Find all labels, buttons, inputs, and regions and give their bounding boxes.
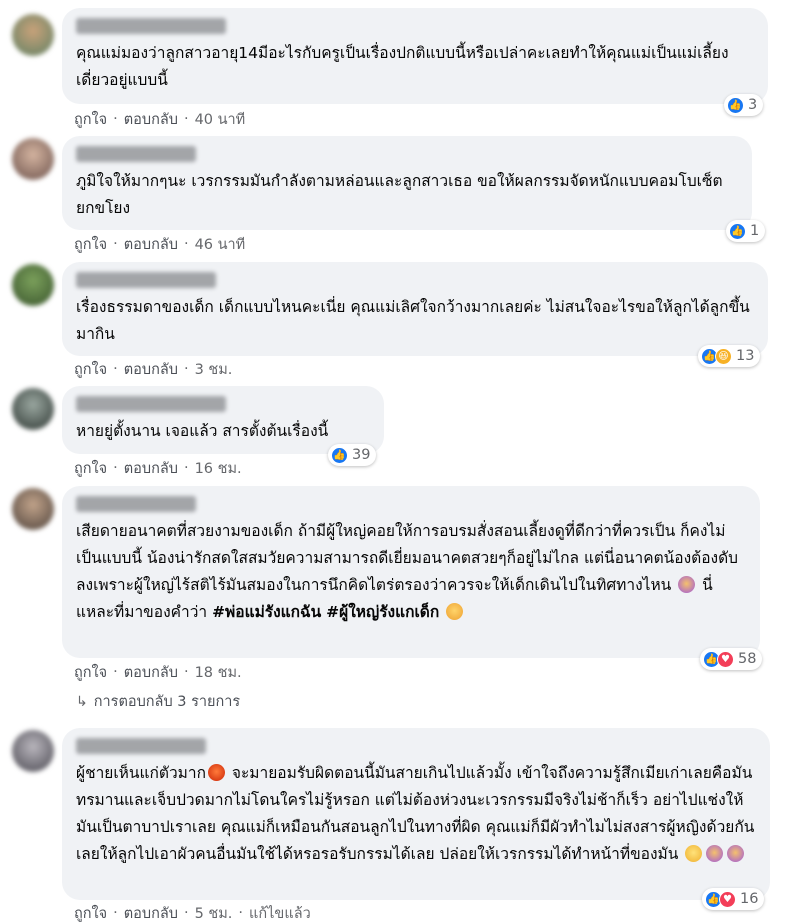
pensive-face-emoji-icon	[446, 603, 464, 620]
reply-link[interactable]: ตอบกลับ	[124, 457, 178, 480]
comment-actions: ถูกใจ · ตอบกลับ · 46 นาที	[74, 233, 245, 255]
author-name-blurred[interactable]	[76, 496, 196, 512]
separator-dot: ·	[113, 460, 118, 476]
comment-actions: ถูกใจ · ตอบกลับ · 40 นาที	[74, 108, 245, 130]
avatar[interactable]	[12, 14, 54, 56]
author-name-blurred[interactable]	[76, 18, 226, 34]
like-link[interactable]: ถูกใจ	[74, 457, 107, 480]
like-link[interactable]: ถูกใจ	[74, 358, 107, 381]
comment-actions: ถูกใจ · ตอบกลับ · 5 ชม. · แก้ไขแล้ว	[74, 902, 311, 922]
reaction-count: 1	[750, 223, 760, 239]
like-reaction-icon: 👍	[331, 446, 348, 464]
comment-text-part: ผู้ชายเห็นแก่ตัวมาก	[76, 764, 206, 782]
hashtag[interactable]: #ผู้ใหญ่รังแกเด็ก	[326, 603, 439, 621]
like-reaction-icon: 👍	[729, 222, 746, 240]
reply-link[interactable]: ตอบกลับ	[124, 233, 178, 256]
separator-dot: ·	[238, 905, 244, 921]
comment-time[interactable]: 46 นาที	[195, 233, 246, 256]
separator-dot: ·	[113, 236, 118, 252]
reaction-count: 39	[352, 447, 371, 463]
comment-text-part: เสียดายอนาคตที่สวยงามของเด็ก ถ้ามีผู้ใหญ…	[76, 522, 738, 594]
comment-actions: ถูกใจ · ตอบกลับ · 3 ชม.	[74, 358, 232, 380]
avatar[interactable]	[12, 730, 54, 772]
reply-link[interactable]: ตอบกลับ	[124, 108, 178, 131]
comment-time[interactable]: 16 ชม.	[195, 457, 242, 480]
comment-time[interactable]: 5 ชม.	[195, 902, 233, 922]
edited-label[interactable]: แก้ไขแล้ว	[249, 902, 311, 922]
avatar[interactable]	[12, 388, 54, 430]
comment-text: หายยู่ตั้งนาน เจอแล้ว สารตั้งต้นเรื่องนี…	[76, 422, 329, 440]
face-with-rolling-eyes-emoji-icon	[685, 845, 703, 862]
care-reaction-icon: ♥	[717, 650, 734, 668]
like-link[interactable]: ถูกใจ	[74, 233, 107, 256]
separator-dot: ·	[183, 460, 189, 476]
separator-dot: ·	[183, 905, 189, 921]
author-name-blurred[interactable]	[76, 396, 226, 412]
reply-link[interactable]: ตอบกลับ	[124, 661, 178, 684]
haha-reaction-icon: 😆	[715, 347, 732, 365]
comment-text: ผู้ชายเห็นแก่ตัวมาก จะมายอมรับผิดตอนนี้ม…	[76, 760, 756, 868]
view-replies-link[interactable]: ↳ การตอบกลับ 3 รายการ	[76, 690, 240, 713]
like-reaction-icon: 👍	[727, 96, 744, 114]
comment-time[interactable]: 18 ชม.	[195, 661, 242, 684]
reaction-summary[interactable]: 👍 ♥ 16	[702, 888, 765, 910]
comment-actions: ถูกใจ · ตอบกลับ · 16 ชม.	[74, 457, 242, 479]
reply-link[interactable]: ตอบกลับ	[124, 902, 178, 922]
reply-link[interactable]: ตอบกลับ	[124, 358, 178, 381]
separator-dot: ·	[183, 664, 189, 680]
separator-dot: ·	[183, 361, 189, 377]
like-link[interactable]: ถูกใจ	[74, 661, 107, 684]
separator-dot: ·	[183, 236, 189, 252]
comment-actions: ถูกใจ · ตอบกลับ · 18 ชม.	[74, 661, 242, 683]
separator-dot: ·	[113, 664, 118, 680]
reaction-count: 13	[736, 348, 755, 364]
comment-text: เสียดายอนาคตที่สวยงามของเด็ก ถ้ามีผู้ใหญ…	[76, 518, 746, 626]
care-reaction-icon: ♥	[719, 890, 736, 908]
comment-time[interactable]: 3 ชม.	[195, 358, 233, 381]
reaction-count: 16	[740, 891, 759, 907]
reaction-summary[interactable]: 👍 3	[724, 94, 764, 116]
separator-dot: ·	[183, 111, 189, 127]
like-link[interactable]: ถูกใจ	[74, 108, 107, 131]
avatar[interactable]	[12, 138, 54, 180]
hashtag[interactable]: #พ่อแม่รังแกฉัน	[212, 603, 321, 621]
comment-text: ภูมิใจให้มากๆนะ เวรกรรมมันกำลังตามหล่อนแ…	[76, 172, 723, 217]
woman-facepalm-emoji-icon	[678, 576, 696, 593]
comment-bubble: คุณแม่มองว่าลูกสาวอายุ14มีอะไรกับครูเป็น…	[62, 8, 768, 104]
avatar[interactable]	[12, 488, 54, 530]
like-link[interactable]: ถูกใจ	[74, 902, 107, 922]
separator-dot: ·	[113, 361, 118, 377]
reaction-count: 3	[748, 97, 758, 113]
comment-bubble: เรื่องธรรมดาของเด็ก เด็กแบบไหนคะเนี่ย คุ…	[62, 262, 768, 356]
woman-facepalm-emoji-icon	[727, 845, 745, 862]
reaction-summary[interactable]: 👍 39	[328, 444, 377, 466]
reply-arrow-icon: ↳	[76, 693, 88, 710]
reaction-summary[interactable]: 👍 😆 13	[698, 345, 761, 367]
reaction-summary[interactable]: 👍 1	[726, 220, 766, 242]
woman-facepalm-emoji-icon	[706, 845, 724, 862]
separator-dot: ·	[113, 905, 118, 921]
comment-text: เรื่องธรรมดาของเด็ก เด็กแบบไหนคะเนี่ย คุ…	[76, 298, 750, 343]
comment-time[interactable]: 40 นาที	[195, 108, 246, 131]
comment-bubble: เสียดายอนาคตที่สวยงามของเด็ก ถ้ามีผู้ใหญ…	[62, 486, 760, 658]
comment-bubble: ผู้ชายเห็นแก่ตัวมาก จะมายอมรับผิดตอนนี้ม…	[62, 728, 770, 900]
separator-dot: ·	[113, 111, 118, 127]
comment-text: คุณแม่มองว่าลูกสาวอายุ14มีอะไรกับครูเป็น…	[76, 44, 729, 89]
comment-bubble: ภูมิใจให้มากๆนะ เวรกรรมมันกำลังตามหล่อนแ…	[62, 136, 752, 230]
replies-count-label: การตอบกลับ 3 รายการ	[93, 694, 241, 710]
reaction-count: 58	[738, 651, 757, 667]
reaction-summary[interactable]: 👍 ♥ 58	[700, 648, 763, 670]
author-name-blurred[interactable]	[76, 738, 206, 754]
author-name-blurred[interactable]	[76, 146, 196, 162]
author-name-blurred[interactable]	[76, 272, 216, 288]
angry-face-emoji-icon	[207, 764, 225, 781]
avatar[interactable]	[12, 264, 54, 306]
